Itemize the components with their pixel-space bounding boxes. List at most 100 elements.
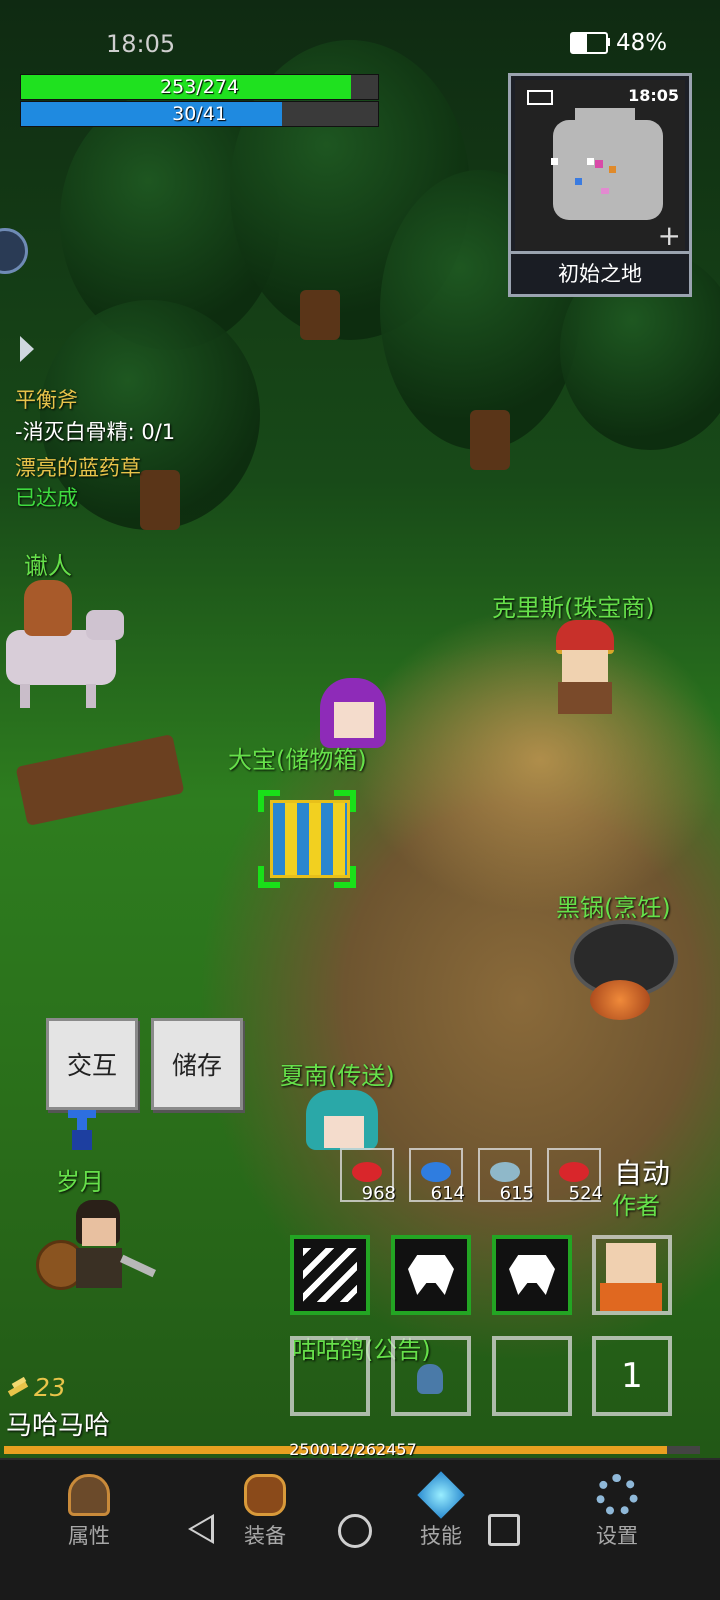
npc-marker xyxy=(609,166,616,173)
face xyxy=(82,1218,116,1246)
minimap-time: 18:05 xyxy=(628,86,679,105)
minimap[interactable]: 18:05 + 初始之地 xyxy=(508,73,692,297)
store-button[interactable]: 储存 xyxy=(151,1018,243,1110)
nav-settings-label: 设置 xyxy=(596,1524,638,1548)
npc-name-xianan: 夏南(传送) xyxy=(280,1062,395,1090)
npc-name-dabao: 大宝(储物箱) xyxy=(228,746,367,774)
author-portrait-slot[interactable] xyxy=(592,1235,672,1315)
map-area xyxy=(553,120,663,220)
interact-button[interactable]: 交互 xyxy=(46,1018,138,1110)
quest-objective: -消灭白骨精: 0/1 xyxy=(15,420,176,444)
red-meat-icon xyxy=(352,1162,382,1182)
location-name: 初始之地 xyxy=(511,251,689,294)
empty-slot[interactable] xyxy=(492,1336,572,1416)
consumable-slot[interactable]: 524 xyxy=(547,1148,603,1204)
body xyxy=(76,1248,122,1288)
side-badge[interactable] xyxy=(0,228,28,274)
storage-chest[interactable] xyxy=(258,790,356,888)
body xyxy=(558,682,612,714)
npc-name-heiguo: 黑锅(烹饪) xyxy=(556,894,671,922)
npc-marker xyxy=(601,188,609,194)
consumable-count: 614 xyxy=(430,1183,465,1204)
skill-slot[interactable] xyxy=(391,1235,471,1315)
player-face xyxy=(334,702,374,738)
back-icon-inner xyxy=(192,1518,211,1540)
expand-arrow-icon[interactable] xyxy=(20,336,34,362)
bug-skill-icon xyxy=(408,1255,454,1295)
skill-slot[interactable] xyxy=(492,1235,572,1315)
quest-title[interactable]: 漂亮的蓝药草 xyxy=(15,452,141,482)
minimap-view: 18:05 + xyxy=(515,80,685,252)
player-name: 马哈马哈 xyxy=(6,1411,111,1441)
level-wing-icon xyxy=(7,1376,30,1398)
battery-icon xyxy=(570,32,608,54)
npc-chris[interactable] xyxy=(550,620,620,716)
horse-leg xyxy=(86,684,96,708)
crystal-icon xyxy=(417,1471,465,1519)
horse-head xyxy=(86,610,124,640)
nav-equipment[interactable]: 装备 xyxy=(220,1474,310,1550)
exp-text: 250012/262457 xyxy=(289,1440,417,1459)
tree-trunk xyxy=(140,470,180,530)
waypoint-marker-icon xyxy=(68,1110,96,1152)
nav-skills[interactable]: 技能 xyxy=(396,1471,486,1550)
hp-text: 253/274 xyxy=(160,76,239,98)
numbered-slot[interactable]: 1 xyxy=(592,1336,672,1416)
consumable-slot[interactable]: 614 xyxy=(409,1148,465,1204)
battery-percent: 48% xyxy=(616,30,668,56)
zoom-plus-icon[interactable]: + xyxy=(658,219,681,252)
grey-fish-icon xyxy=(490,1162,520,1182)
npc-name-author: 作者 xyxy=(612,1192,660,1220)
bag-icon xyxy=(244,1474,286,1516)
horse-leg xyxy=(20,684,30,708)
sword xyxy=(119,1254,157,1278)
bottom-nav: 属性 装备 技能 设置 xyxy=(0,1458,720,1600)
gear-icon xyxy=(596,1474,638,1516)
hp-bar: 253/274 xyxy=(20,74,379,100)
npc-name-suiyue: 岁月 xyxy=(56,1168,104,1196)
face xyxy=(324,1116,364,1148)
consumable-count: 615 xyxy=(499,1183,534,1204)
npc-rider[interactable] xyxy=(6,580,126,710)
nav-equipment-label: 装备 xyxy=(244,1524,286,1548)
consumable-count: 968 xyxy=(361,1183,396,1204)
author-face xyxy=(606,1243,656,1283)
fire xyxy=(590,980,650,1020)
helmet-icon xyxy=(68,1474,110,1516)
npc-name-xie: 谳人 xyxy=(24,552,72,580)
consumable-slot[interactable]: 968 xyxy=(340,1148,396,1204)
quest-status: 已达成 xyxy=(15,486,78,510)
home-icon[interactable] xyxy=(338,1514,372,1548)
chest-body xyxy=(270,800,350,878)
npc-marker xyxy=(551,158,558,165)
mp-text: 30/41 xyxy=(172,103,227,125)
npc-marker xyxy=(575,178,582,185)
face xyxy=(562,650,608,682)
slash-skill-icon xyxy=(303,1248,357,1302)
nav-attributes[interactable]: 属性 xyxy=(44,1474,134,1550)
helmet xyxy=(556,620,614,654)
nav-skills-label: 技能 xyxy=(420,1524,462,1548)
consumable-slot[interactable]: 615 xyxy=(478,1148,534,1204)
recent-apps-icon[interactable] xyxy=(488,1514,520,1546)
empty-slot[interactable] xyxy=(290,1336,370,1416)
pigeon-sprite xyxy=(417,1364,443,1394)
blue-fish-icon xyxy=(421,1162,451,1182)
skill-slot[interactable] xyxy=(290,1235,370,1315)
consumable-count: 524 xyxy=(568,1183,603,1204)
mp-bar: 30/41 xyxy=(20,101,379,127)
quest-title[interactable]: 平衡斧 xyxy=(15,384,78,414)
game-screen[interactable]: 18:05 48% 253/274 30/41 18:05 + 初始之地 平衡斧… xyxy=(0,0,720,1600)
map-area xyxy=(575,108,635,128)
nav-settings[interactable]: 设置 xyxy=(572,1474,662,1550)
clock: 18:05 xyxy=(106,30,176,58)
npc-suiyue[interactable] xyxy=(36,1196,157,1296)
cooking-pot[interactable] xyxy=(560,920,680,1028)
red-meat-icon xyxy=(559,1162,589,1182)
tree-trunk xyxy=(470,410,510,470)
tree-trunk xyxy=(300,290,340,340)
empty-slot[interactable] xyxy=(391,1336,471,1416)
npc-name-chris: 克里斯(珠宝商) xyxy=(492,594,655,622)
rider-head xyxy=(24,580,72,636)
npc-marker xyxy=(587,158,594,165)
